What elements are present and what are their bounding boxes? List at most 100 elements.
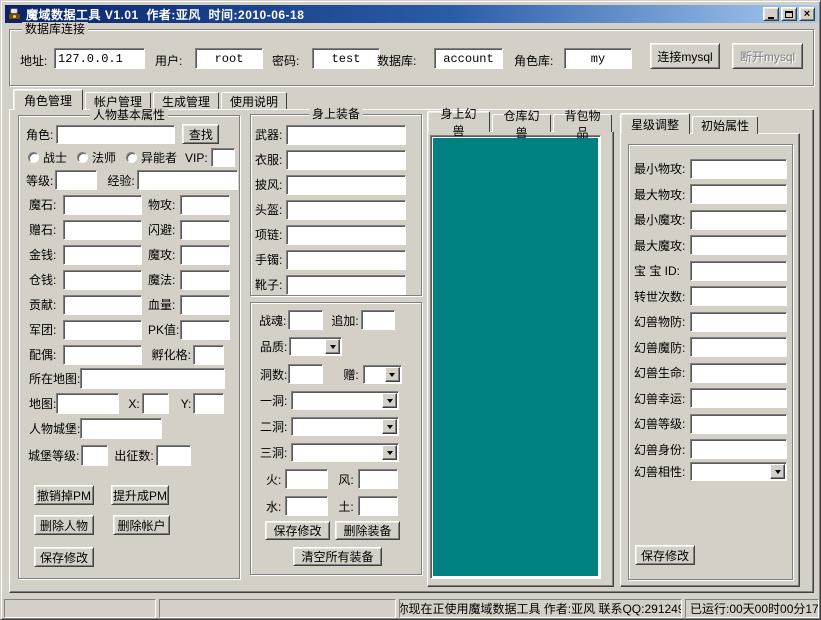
radio-esper[interactable] bbox=[126, 152, 137, 163]
wind-input[interactable] bbox=[358, 469, 398, 489]
attribute-input-left[interactable] bbox=[63, 195, 142, 215]
attribute-label-left: 魔石: bbox=[29, 196, 63, 213]
address-input[interactable] bbox=[54, 48, 145, 69]
delete-character-button[interactable]: 删除人物 bbox=[34, 515, 94, 535]
slot-input[interactable] bbox=[286, 225, 406, 245]
current-map-input[interactable] bbox=[80, 368, 225, 389]
main-tab[interactable]: 角色管理 bbox=[13, 89, 83, 110]
attribute-input-right[interactable] bbox=[180, 270, 230, 290]
find-button[interactable]: 查找 bbox=[182, 124, 219, 144]
hole-dropdown[interactable] bbox=[291, 417, 399, 436]
save-equipment-button[interactable]: 保存修改 bbox=[265, 521, 330, 540]
chevron-down-icon[interactable] bbox=[382, 419, 397, 434]
attribute-input-right[interactable] bbox=[180, 195, 230, 215]
attribute-input-left[interactable] bbox=[63, 245, 142, 265]
promote-pm-button[interactable]: 提升成PM bbox=[111, 485, 169, 505]
attribute-label-right: 闪避: bbox=[148, 221, 180, 238]
main-tab[interactable]: 使用说明 bbox=[221, 92, 287, 110]
clear-all-equipment-button[interactable]: 清空所有装备 bbox=[293, 547, 382, 566]
star-field-input[interactable] bbox=[690, 184, 787, 204]
append-input[interactable] bbox=[361, 310, 395, 330]
star-field-input[interactable] bbox=[690, 414, 787, 434]
star-field-input[interactable] bbox=[690, 261, 787, 281]
star-field-input[interactable] bbox=[690, 439, 787, 459]
x-input[interactable] bbox=[142, 393, 169, 414]
delete-equipment-button[interactable]: 删除装备 bbox=[335, 521, 400, 540]
slot-input[interactable] bbox=[286, 175, 406, 195]
slot-input[interactable] bbox=[286, 200, 406, 220]
attribute-input-left[interactable] bbox=[63, 295, 142, 315]
radio-mage[interactable] bbox=[77, 152, 88, 163]
star-field-input[interactable] bbox=[690, 363, 787, 383]
chevron-down-icon[interactable] bbox=[770, 464, 785, 479]
attribute-input-left[interactable] bbox=[63, 345, 142, 365]
vip-input[interactable] bbox=[211, 148, 235, 167]
attribute-input-right[interactable] bbox=[180, 320, 230, 340]
quality-dropdown[interactable] bbox=[289, 337, 342, 356]
soul-input[interactable] bbox=[288, 310, 323, 330]
level-input[interactable] bbox=[55, 170, 97, 190]
star-field-label: 幻兽身份: bbox=[634, 441, 690, 458]
connect-mysql-button[interactable]: 连接mysql bbox=[650, 43, 720, 69]
star-field-input[interactable] bbox=[690, 286, 787, 306]
star-tab[interactable]: 初始属性 bbox=[692, 116, 758, 134]
y-input[interactable] bbox=[193, 393, 224, 414]
user-input[interactable] bbox=[195, 48, 263, 69]
hole-dropdown[interactable] bbox=[291, 391, 399, 410]
hole-dropdown[interactable] bbox=[291, 443, 399, 462]
star-field-input[interactable] bbox=[690, 312, 787, 332]
roledb-input[interactable] bbox=[564, 48, 632, 69]
slot-input[interactable] bbox=[286, 275, 406, 295]
castle-input[interactable] bbox=[80, 418, 162, 439]
chevron-down-icon[interactable] bbox=[382, 393, 397, 408]
earth-input[interactable] bbox=[358, 496, 398, 516]
attribute-input-right[interactable] bbox=[180, 220, 230, 240]
holes-input[interactable] bbox=[288, 364, 323, 384]
mage-label: 法师 bbox=[92, 149, 116, 166]
attribute-input-right[interactable] bbox=[180, 295, 230, 315]
chevron-down-icon[interactable] bbox=[325, 339, 340, 354]
fire-input[interactable] bbox=[285, 469, 328, 489]
radio-warrior[interactable] bbox=[28, 152, 39, 163]
attribute-input-left[interactable] bbox=[63, 320, 142, 340]
pet-listbox[interactable] bbox=[430, 135, 601, 579]
title-bar[interactable]: 魔域数据工具 V1.01 作者:亚风 时间:2010-06-18 × bbox=[5, 5, 818, 23]
attribute-label-left: 赠石: bbox=[29, 221, 63, 238]
star-field-input[interactable] bbox=[690, 337, 787, 357]
affinity-dropdown[interactable] bbox=[690, 462, 787, 481]
attribute-input-right[interactable] bbox=[180, 245, 230, 265]
save-star-button[interactable]: 保存修改 bbox=[635, 545, 695, 565]
star-field-input[interactable] bbox=[690, 235, 787, 255]
gift-dropdown[interactable] bbox=[363, 365, 402, 384]
star-field-input[interactable] bbox=[690, 159, 787, 179]
chevron-down-icon[interactable] bbox=[382, 445, 397, 460]
slot-input[interactable] bbox=[286, 125, 406, 145]
star-field-input[interactable] bbox=[690, 210, 787, 230]
save-character-button[interactable]: 保存修改 bbox=[34, 547, 94, 567]
pet-tab[interactable]: 背包物品 bbox=[553, 114, 612, 132]
maximize-icon[interactable] bbox=[781, 7, 797, 21]
pet-tab[interactable]: 身上幻兽 bbox=[427, 111, 490, 132]
attribute-input-right[interactable] bbox=[193, 345, 224, 365]
pet-tab[interactable]: 仓库幻兽 bbox=[492, 114, 551, 132]
star-tab[interactable]: 星级调整 bbox=[620, 113, 690, 134]
map-input[interactable] bbox=[56, 393, 119, 414]
pet-list-area[interactable] bbox=[433, 138, 598, 576]
chevron-down-icon[interactable] bbox=[385, 367, 400, 382]
slot-input[interactable] bbox=[286, 250, 406, 270]
expedition-input[interactable] bbox=[156, 445, 191, 466]
demote-pm-button[interactable]: 撤销掉PM bbox=[34, 485, 94, 505]
minimize-icon[interactable] bbox=[763, 7, 779, 21]
exp-input[interactable] bbox=[137, 170, 238, 190]
close-icon[interactable]: × bbox=[799, 7, 815, 21]
slot-input[interactable] bbox=[286, 150, 406, 170]
water-input[interactable] bbox=[285, 496, 328, 516]
star-field-input[interactable] bbox=[690, 388, 787, 408]
database-input[interactable] bbox=[434, 48, 503, 69]
delete-account-button[interactable]: 删除帐户 bbox=[113, 515, 170, 535]
castle-level-input[interactable] bbox=[81, 445, 108, 466]
password-input[interactable] bbox=[312, 48, 380, 69]
attribute-input-left[interactable] bbox=[63, 220, 142, 240]
attribute-input-left[interactable] bbox=[63, 270, 142, 290]
role-input[interactable] bbox=[56, 125, 175, 144]
